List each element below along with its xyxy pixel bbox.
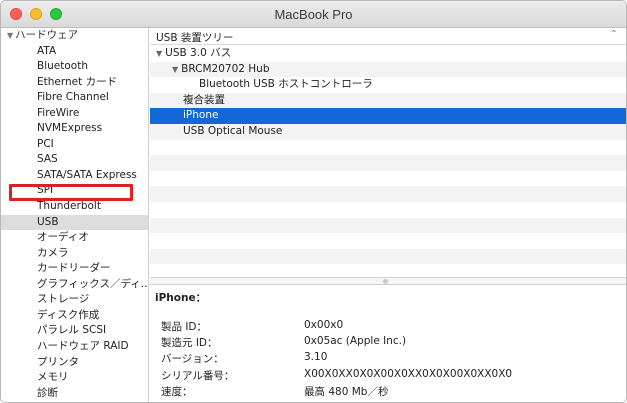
detail-key: 速度： bbox=[161, 385, 193, 398]
system-information-window: MacBook Pro ▼ ハードウェア ATA Bluetooth Ethernet… bbox=[0, 0, 627, 403]
chevron-up-icon[interactable]: ⌃ bbox=[610, 29, 618, 40]
detail-value[interactable]: 最高 480 Mb／秒 bbox=[304, 384, 388, 399]
tree-empty-row bbox=[150, 140, 626, 156]
tree-row[interactable]: Bluetooth USB ホストコントローラ bbox=[150, 77, 626, 93]
tree-header[interactable]: USB 装置ツリー ⌃ bbox=[150, 28, 626, 45]
sidebar-item[interactable]: グラフィックス／ディ... bbox=[37, 277, 148, 292]
tree-empty-row bbox=[150, 217, 626, 234]
sidebar-item[interactable]: NVMExpress bbox=[37, 121, 102, 136]
sidebar-item[interactable]: PCI bbox=[37, 137, 54, 152]
sidebar-section-hardware[interactable]: ▼ ハードウェア bbox=[7, 28, 78, 43]
sidebar-item[interactable]: SATA/SATA Express bbox=[37, 168, 137, 183]
tree-row-content: 複合装置 bbox=[183, 93, 225, 109]
sidebar-item[interactable]: Ethernet カード bbox=[37, 75, 117, 90]
detail-key: 製品 ID： bbox=[161, 321, 208, 333]
detail-key: シリアル番号： bbox=[161, 369, 235, 382]
splitter-handle-icon[interactable] bbox=[383, 279, 388, 284]
tree-empty-row bbox=[150, 264, 626, 277]
tree-empty-row bbox=[150, 155, 626, 171]
detail-value[interactable]: 0x00x0 bbox=[304, 319, 343, 331]
tree-empty-row bbox=[150, 202, 626, 218]
sidebar-item[interactable]: メモリ bbox=[37, 370, 69, 385]
usb-device-tree: ▼ USB 3.0 バス ▼ BRCM20702 Hub Bluetooth USB ホ… bbox=[150, 46, 626, 277]
tree-row-label: 複合装置 bbox=[183, 93, 225, 106]
tree-row-content: iPhone bbox=[183, 108, 218, 124]
tree-row-label: Bluetooth USB ホストコントローラ bbox=[199, 78, 373, 91]
sidebar-item[interactable]: 診断 bbox=[37, 386, 58, 401]
sidebar: ▼ ハードウェア ATA Bluetooth Ethernet カード Fibre Ch… bbox=[1, 28, 149, 402]
sidebar-item[interactable]: FireWire bbox=[37, 106, 79, 121]
sidebar-item[interactable]: SPI bbox=[37, 183, 53, 198]
tree-row-content: USB Optical Mouse bbox=[183, 124, 282, 140]
sidebar-item[interactable]: Thunderbolt bbox=[37, 199, 101, 214]
sidebar-item[interactable]: ストレージ bbox=[37, 292, 89, 307]
tree-row-label: USB Optical Mouse bbox=[183, 125, 283, 137]
tree-row[interactable]: ▼ BRCM20702 Hub bbox=[150, 61, 626, 78]
sidebar-item[interactable]: パラレル SCSI bbox=[37, 323, 106, 338]
sidebar-item[interactable]: Bluetooth bbox=[37, 59, 88, 74]
tree-row[interactable]: 複合装置 bbox=[150, 92, 626, 109]
tree-row-content: ▼ BRCM20702 Hub bbox=[172, 62, 269, 78]
tree-header-label: USB 装置ツリー bbox=[156, 32, 234, 44]
sidebar-item[interactable]: Fibre Channel bbox=[37, 90, 109, 105]
tree-row-content: Bluetooth USB ホストコントローラ bbox=[199, 77, 373, 93]
disclosure-triangle-icon[interactable]: ▼ bbox=[172, 65, 178, 74]
detail-value[interactable]: 0x05ac (Apple Inc.) bbox=[304, 335, 406, 347]
tree-empty-row bbox=[150, 248, 626, 265]
tree-row-label: USB 3.0 バス bbox=[165, 47, 232, 59]
tree-row-label: iPhone bbox=[183, 109, 219, 122]
sidebar-item[interactable]: ディスク作成 bbox=[37, 308, 99, 323]
title-bar[interactable]: MacBook Pro bbox=[1, 1, 626, 28]
sidebar-item[interactable]: カードリーダー bbox=[37, 261, 111, 276]
sidebar-item[interactable]: USB bbox=[1, 214, 148, 230]
detail-key: バージョン： bbox=[161, 353, 224, 366]
tree-row[interactable]: ▼ USB 3.0 バス bbox=[150, 46, 626, 62]
tree-empty-row bbox=[150, 233, 626, 249]
tree-empty-row bbox=[150, 186, 626, 202]
detail-value[interactable]: X00X0XX0X0X00X0XX0X0X00X0XX0X0 bbox=[304, 368, 512, 380]
window-title: MacBook Pro bbox=[274, 7, 353, 22]
sidebar-item[interactable]: ATA bbox=[37, 44, 56, 59]
detail-pane: iPhone： 製品 ID： 0x00x0 製造元 ID： 0x05ac (Apple… bbox=[150, 286, 626, 402]
tree-row[interactable]: iPhone bbox=[150, 108, 626, 124]
disclosure-triangle-icon[interactable]: ▼ bbox=[7, 31, 13, 40]
sidebar-item[interactable]: カメラ bbox=[37, 246, 69, 261]
tree-row-label: BRCM20702 Hub bbox=[181, 62, 270, 75]
detail-title: iPhone： bbox=[155, 292, 207, 304]
sidebar-item[interactable]: ハードウェア RAID bbox=[37, 339, 129, 354]
pane-splitter[interactable] bbox=[150, 277, 626, 285]
tree-row-content: ▼ USB 3.0 バス bbox=[156, 46, 231, 62]
disclosure-triangle-icon[interactable]: ▼ bbox=[156, 49, 162, 58]
tree-empty-row bbox=[150, 171, 626, 187]
detail-value[interactable]: 3.10 bbox=[304, 351, 327, 363]
sidebar-item[interactable]: オーディオ bbox=[37, 230, 89, 245]
sidebar-item[interactable]: プリンタ bbox=[37, 355, 79, 370]
detail-key: 製造元 ID： bbox=[161, 337, 218, 350]
sidebar-item[interactable]: SAS bbox=[37, 152, 58, 167]
tree-row[interactable]: USB Optical Mouse bbox=[150, 124, 626, 140]
